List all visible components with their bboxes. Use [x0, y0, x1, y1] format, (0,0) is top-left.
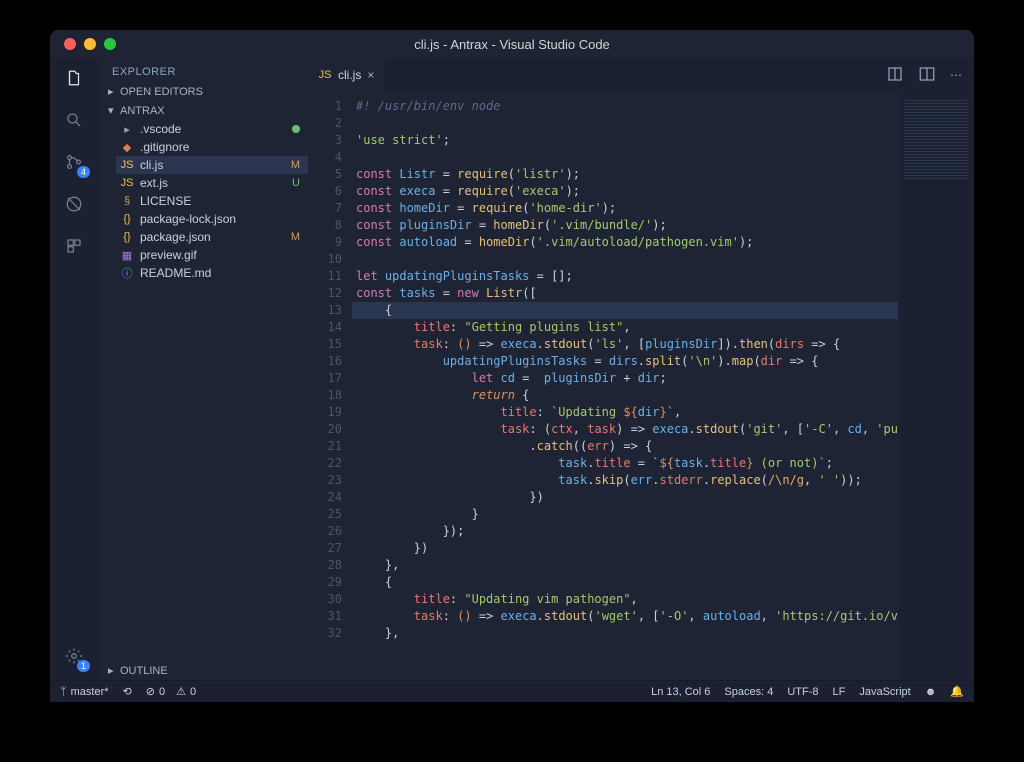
close-tab-icon[interactable]: × — [367, 68, 374, 82]
lic-file-icon: § — [120, 194, 134, 208]
settings-badge: 1 — [77, 660, 90, 672]
source-control-icon[interactable]: 4 — [62, 150, 86, 174]
json-file-icon: {} — [120, 230, 134, 244]
modified-dot-icon — [292, 125, 300, 133]
indentation[interactable]: Spaces: 4 — [724, 685, 773, 698]
file--vscode[interactable]: ▸ .vscode — [116, 120, 308, 138]
split-editor-icon[interactable] — [918, 65, 936, 86]
file--gitignore[interactable]: ◆ .gitignore — [116, 138, 308, 156]
file-name: preview.gif — [140, 248, 197, 262]
chevron-right-icon: ▸ — [108, 664, 116, 677]
titlebar: cli.js - Antrax - Visual Studio Code — [50, 30, 974, 58]
file-name: README.md — [140, 266, 211, 280]
sync-icon: ⟲ — [123, 685, 132, 698]
editor-actions: ⋯ — [886, 58, 974, 92]
line-gutter: 1234567891011121314151617181920212223242… — [308, 92, 352, 680]
eol[interactable]: LF — [833, 685, 846, 698]
folder-file-icon: ▸ — [120, 122, 134, 136]
zoom-window-icon[interactable] — [104, 38, 116, 50]
editor-area: JS cli.js × ⋯ 12345678910111213141516171… — [308, 58, 974, 680]
cursor-position[interactable]: Ln 13, Col 6 — [651, 685, 710, 698]
js-file-icon: JS — [120, 176, 134, 190]
file-name: LICENSE — [140, 194, 191, 208]
warning-icon: ⚠ — [176, 685, 186, 698]
git-branch[interactable]: ᛘmaster* — [60, 686, 109, 698]
chevron-right-icon: ▸ — [108, 85, 116, 98]
tab-label: cli.js — [338, 68, 361, 82]
outline-section[interactable]: ▸OUTLINE — [98, 661, 308, 680]
debug-icon[interactable] — [62, 192, 86, 216]
scm-badge: 4 — [77, 166, 90, 178]
file-name: package-lock.json — [140, 212, 236, 226]
traffic-lights — [50, 38, 116, 50]
code-area[interactable]: 1234567891011121314151617181920212223242… — [308, 92, 974, 680]
language-mode[interactable]: JavaScript — [859, 685, 910, 698]
file-LICENSE[interactable]: § LICENSE — [116, 192, 308, 210]
branch-icon: ᛘ — [60, 686, 67, 698]
status-bar: ᛘmaster* ⟲ ⊘0 ⚠0 Ln 13, Col 6 Spaces: 4 … — [50, 680, 974, 702]
file-preview-gif[interactable]: ▦ preview.gif — [116, 246, 308, 264]
file-name: ext.js — [140, 176, 168, 190]
sync-button[interactable]: ⟲ — [123, 685, 132, 698]
file-cli-js[interactable]: JS cli.js M — [116, 156, 308, 174]
code-content[interactable]: #! /usr/bin/env node 'use strict'; const… — [352, 92, 898, 680]
open-changes-icon[interactable] — [886, 65, 904, 86]
search-icon[interactable] — [62, 108, 86, 132]
error-icon: ⊘ — [146, 685, 155, 698]
sidebar: EXPLORER ▸OPEN EDITORS ▾ANTRAX ▸ .vscode ◆… — [98, 58, 308, 680]
feedback-icon[interactable]: ☻ — [925, 685, 937, 698]
git-file-icon: ◆ — [120, 140, 134, 154]
explorer-icon[interactable] — [62, 66, 86, 90]
file-package-json[interactable]: {} package.json M — [116, 228, 308, 246]
project-section[interactable]: ▾ANTRAX — [98, 101, 308, 120]
minimap[interactable] — [898, 92, 974, 680]
encoding[interactable]: UTF-8 — [787, 685, 818, 698]
vscode-window: cli.js - Antrax - Visual Studio Code 4 1… — [50, 30, 974, 702]
minimize-window-icon[interactable] — [84, 38, 96, 50]
file-name: .gitignore — [140, 140, 189, 154]
js-file-icon: JS — [318, 68, 332, 82]
json-file-icon: {} — [120, 212, 134, 226]
file-name: cli.js — [140, 158, 163, 172]
git-status: M — [291, 159, 300, 171]
tab-bar: JS cli.js × ⋯ — [308, 58, 974, 92]
img-file-icon: ▦ — [120, 248, 134, 262]
md-file-icon: ⓘ — [120, 266, 134, 280]
more-actions-icon[interactable]: ⋯ — [950, 68, 962, 82]
js-file-icon: JS — [120, 158, 134, 172]
problems[interactable]: ⊘0 ⚠0 — [146, 685, 196, 698]
open-editors-section[interactable]: ▸OPEN EDITORS — [98, 82, 308, 101]
file-tree: ▸ .vscode ◆ .gitignore JS cli.js M JS ext.js U § LI… — [98, 120, 308, 282]
file-README-md[interactable]: ⓘ README.md — [116, 264, 308, 282]
close-window-icon[interactable] — [64, 38, 76, 50]
git-status: U — [292, 177, 300, 189]
git-status: M — [291, 231, 300, 243]
workbench: 4 1 EXPLORER ▸OPEN EDITORS ▾ANTRAX ▸ .vsc… — [50, 58, 974, 680]
extensions-icon[interactable] — [62, 234, 86, 258]
chevron-down-icon: ▾ — [108, 104, 116, 117]
file-ext-js[interactable]: JS ext.js U — [116, 174, 308, 192]
activity-bar: 4 1 — [50, 58, 98, 680]
settings-gear-icon[interactable]: 1 — [62, 644, 86, 668]
sidebar-title: EXPLORER — [98, 58, 308, 82]
window-title: cli.js - Antrax - Visual Studio Code — [50, 37, 974, 52]
file-name: package.json — [140, 230, 211, 244]
notifications-icon[interactable]: 🔔 — [950, 685, 964, 698]
tab-cli-js[interactable]: JS cli.js × — [308, 58, 385, 92]
file-package-lock-json[interactable]: {} package-lock.json — [116, 210, 308, 228]
file-name: .vscode — [140, 122, 181, 136]
